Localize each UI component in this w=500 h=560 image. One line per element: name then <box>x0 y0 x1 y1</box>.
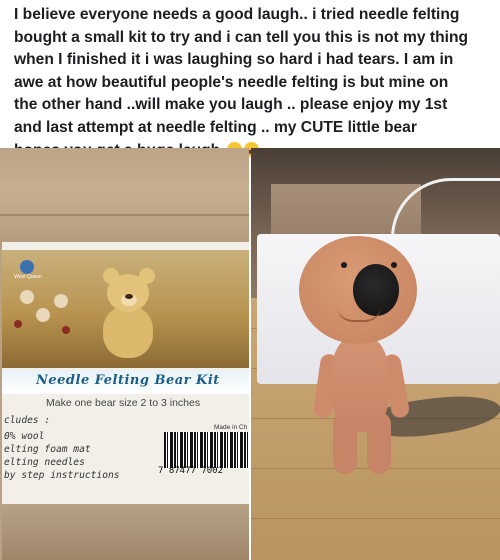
flower-icon <box>20 290 34 304</box>
kit-title: Needle Felting Bear Kit <box>36 373 220 388</box>
includes-item: by step instructions <box>4 470 120 481</box>
kit-box: Wool Queen Needle Felting Bear Kit Make … <box>2 242 249 560</box>
flower-icon <box>36 308 50 322</box>
made-in-label: Made in Ch <box>214 424 248 431</box>
flower-icon <box>54 294 68 308</box>
brand-name: Wool Queen <box>14 274 42 280</box>
barcode-number: 7 87477 7002 <box>158 466 224 476</box>
post-line: I believe everyone needs a good laugh.. … <box>14 6 460 23</box>
kit-box-artwork: Wool Queen <box>2 250 249 368</box>
box-bottom-edge <box>2 504 249 560</box>
kit-includes-list: cludes : 0% wool elting foam mat elting … <box>4 414 120 482</box>
bear-eye <box>391 262 397 268</box>
includes-heading: cludes : <box>4 415 51 426</box>
photo-grid: Wool Queen Needle Felting Bear Kit Make … <box>0 148 500 560</box>
bear-smile <box>337 306 381 322</box>
cardboard-fold <box>0 214 249 216</box>
barcode-bars <box>164 432 249 468</box>
post-line: awe at how beautiful people's needle fel… <box>14 73 449 91</box>
wool-queen-logo: Wool Queen <box>8 260 48 282</box>
post-line: bought a small kit to try and i can tell… <box>14 28 468 46</box>
felted-bear-photo[interactable] <box>251 148 500 560</box>
kit-subtitle: Make one bear size 2 to 3 inches <box>46 397 201 409</box>
teddy-bear-illustration <box>87 264 167 368</box>
cardboard-background <box>0 148 249 248</box>
includes-item: elting foam mat <box>4 444 91 455</box>
post-text: I believe everyone needs a good laugh.. … <box>14 4 492 162</box>
kit-title-band: Needle Felting Bear Kit <box>2 370 249 394</box>
bear-eye <box>341 262 347 268</box>
kit-box-photo[interactable]: Wool Queen Needle Felting Bear Kit Make … <box>0 148 249 560</box>
post-line: and last attempt at needle felting .. my… <box>14 118 417 136</box>
felted-bear <box>291 236 441 474</box>
post-line: the other hand ..will make you laugh .. … <box>14 96 448 114</box>
bear-head <box>299 236 417 344</box>
bear-body <box>331 336 389 432</box>
berry-icon <box>62 326 70 334</box>
barcode: 7 87477 7002 <box>158 432 249 476</box>
post-line: when I finished it i was laughing so har… <box>14 51 454 69</box>
berry-icon <box>14 320 22 328</box>
includes-item: elting needles <box>4 457 85 468</box>
includes-item: 0% wool <box>4 431 45 442</box>
